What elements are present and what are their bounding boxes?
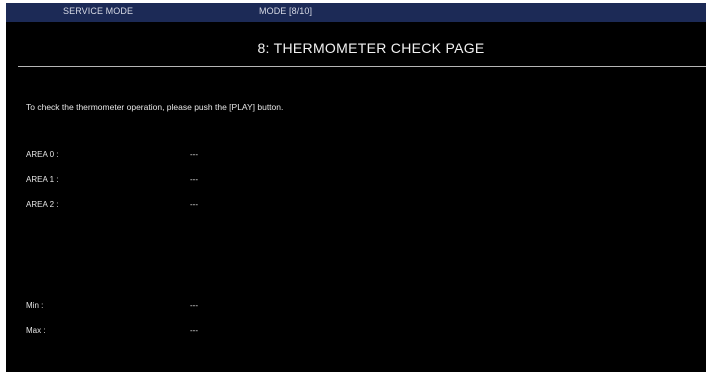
- area-1-value: ---: [190, 175, 198, 184]
- area-1-label: AREA 1 :: [26, 175, 59, 184]
- header-bar: SERVICE MODE MODE [8/10]: [6, 3, 706, 22]
- mode-indicator: MODE [8/10]: [259, 6, 313, 16]
- service-mode-label: SERVICE MODE: [63, 6, 134, 16]
- service-screen: SERVICE MODE MODE [8/10] 8: THERMOMETER …: [6, 3, 706, 372]
- area-2-value: ---: [190, 200, 198, 209]
- area-2-label: AREA 2 :: [26, 200, 59, 209]
- area-0-label: AREA 0 :: [26, 150, 59, 159]
- instruction-text: To check the thermometer operation, plea…: [26, 102, 284, 112]
- area-0-value: ---: [190, 150, 198, 159]
- min-label: Min :: [26, 301, 44, 310]
- min-value: ---: [190, 301, 198, 310]
- title-divider: [18, 66, 706, 67]
- max-label: Max :: [26, 326, 46, 335]
- max-value: ---: [190, 326, 198, 335]
- page-title: 8: THERMOMETER CHECK PAGE: [257, 40, 485, 56]
